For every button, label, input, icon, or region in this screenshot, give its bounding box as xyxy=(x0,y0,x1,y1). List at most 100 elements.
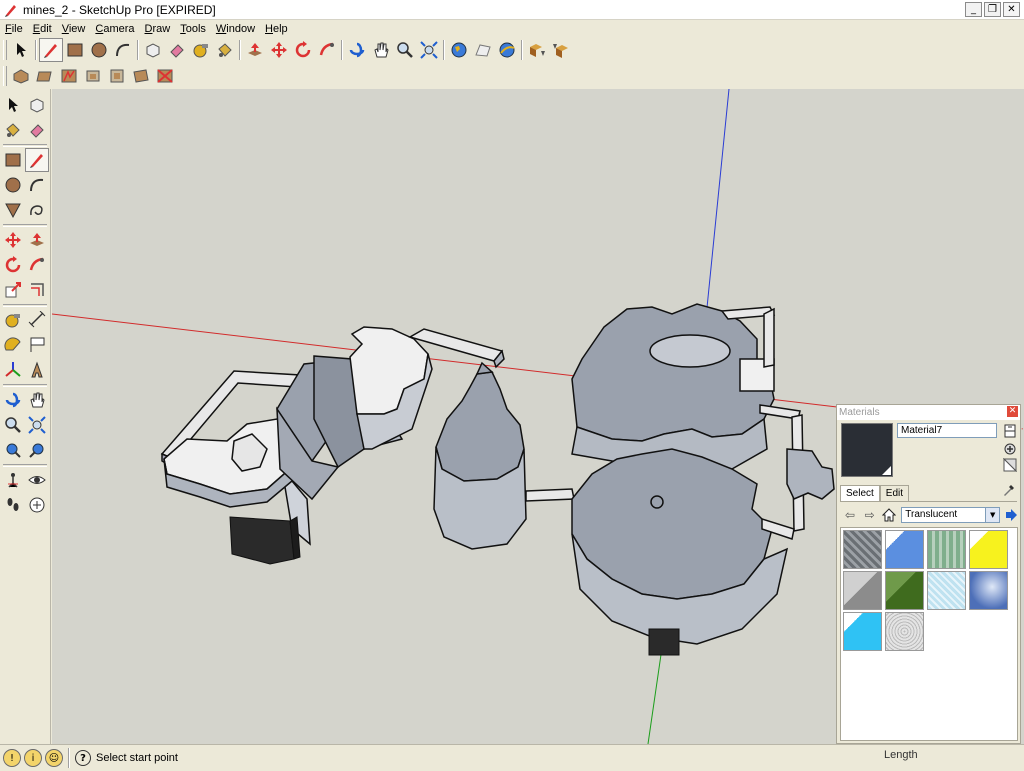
material-swatch[interactable] xyxy=(885,571,924,610)
menu-draw[interactable]: Draw xyxy=(140,23,176,35)
rectangle-tool-button[interactable] xyxy=(63,38,87,62)
material-swatch[interactable] xyxy=(969,571,1008,610)
materials-header[interactable]: Materials ✕ xyxy=(837,405,1020,420)
sign-in-icon[interactable]: ☺ xyxy=(45,749,63,767)
orbit-tool-button[interactable] xyxy=(1,388,25,412)
material-swatch[interactable] xyxy=(885,530,924,569)
make-component-button[interactable] xyxy=(25,93,49,117)
push-pull-button[interactable] xyxy=(25,228,49,252)
position-camera-button[interactable] xyxy=(1,468,25,492)
select-tool-button[interactable] xyxy=(9,38,33,62)
push-pull-button[interactable] xyxy=(243,38,267,62)
rectangle-tool-button[interactable] xyxy=(1,148,25,172)
look-around-button[interactable] xyxy=(25,468,49,492)
materials-close-button[interactable]: ✕ xyxy=(1007,406,1018,417)
paint-bucket-button[interactable] xyxy=(213,38,237,62)
back-view-button[interactable] xyxy=(105,64,129,88)
menu-view[interactable]: View xyxy=(57,23,91,35)
create-material-button[interactable] xyxy=(1003,441,1017,455)
collection-dropdown[interactable]: Translucent ▼ xyxy=(901,507,1001,523)
paint-bucket-button[interactable] xyxy=(1,118,25,142)
iso-view-button[interactable] xyxy=(9,64,33,88)
back-button[interactable]: ⇦ xyxy=(840,506,860,524)
front-view-button[interactable] xyxy=(57,64,81,88)
menu-window[interactable]: Window xyxy=(211,23,260,35)
arc-tool-button[interactable] xyxy=(111,38,135,62)
follow-me-button[interactable] xyxy=(25,253,49,277)
menu-help[interactable]: Help xyxy=(260,23,293,35)
share-model-button[interactable] xyxy=(525,38,549,62)
axes-tool-button[interactable] xyxy=(1,358,25,382)
tape-measure-button[interactable] xyxy=(1,308,25,332)
material-swatch[interactable] xyxy=(843,612,882,651)
top-view-button[interactable] xyxy=(33,64,57,88)
arc-tool-button[interactable] xyxy=(25,173,49,197)
restore-button[interactable]: ❐ xyxy=(984,2,1001,17)
menu-camera[interactable]: Camera xyxy=(90,23,139,35)
credits-icon[interactable]: i xyxy=(24,749,42,767)
material-name-field[interactable]: Material7 xyxy=(897,423,997,438)
details-button[interactable] xyxy=(1004,508,1018,522)
eraser-tool-button[interactable] xyxy=(165,38,189,62)
follow-me-button[interactable] xyxy=(315,38,339,62)
line-tool-button[interactable] xyxy=(25,148,49,172)
material-swatch[interactable] xyxy=(843,530,882,569)
pan-tool-button[interactable] xyxy=(25,388,49,412)
current-material-swatch[interactable] xyxy=(841,423,893,477)
forward-button[interactable]: ⇨ xyxy=(860,506,880,524)
menu-edit[interactable]: Edit xyxy=(28,23,57,35)
scale-tool-button[interactable] xyxy=(1,278,25,302)
pan-tool-button[interactable] xyxy=(369,38,393,62)
orbit-tool-button[interactable] xyxy=(345,38,369,62)
3d-text-tool-button[interactable] xyxy=(25,358,49,382)
rotate-tool-button[interactable] xyxy=(1,253,25,277)
zoom-extents-button[interactable] xyxy=(25,413,49,437)
in-model-button[interactable] xyxy=(880,506,900,524)
text-tool-button[interactable] xyxy=(25,333,49,357)
display-secondary-pane-button[interactable] xyxy=(1003,424,1017,438)
get-models-button[interactable] xyxy=(549,38,573,62)
tape-measure-button[interactable] xyxy=(189,38,213,62)
polygon-tool-button[interactable] xyxy=(1,198,25,222)
offset-tool-button[interactable] xyxy=(25,278,49,302)
material-swatch[interactable] xyxy=(969,530,1008,569)
zoom-extents-button[interactable] xyxy=(417,38,441,62)
previous-view-button[interactable] xyxy=(1,438,25,462)
sample-paint-button[interactable] xyxy=(1002,483,1016,497)
section-plane-button[interactable] xyxy=(25,493,49,517)
walk-tool-button[interactable] xyxy=(1,493,25,517)
menu-tools[interactable]: Tools xyxy=(175,23,211,35)
tab-edit[interactable]: Edit xyxy=(879,485,910,501)
rotate-tool-button[interactable] xyxy=(291,38,315,62)
get-photo-texture-button[interactable] xyxy=(447,38,471,62)
move-tool-button[interactable] xyxy=(1,228,25,252)
material-swatch[interactable] xyxy=(927,530,966,569)
geo-location-icon[interactable]: ! xyxy=(3,749,21,767)
protractor-tool-button[interactable] xyxy=(1,333,25,357)
menu-file[interactable]: File xyxy=(0,23,28,35)
circle-tool-button[interactable] xyxy=(1,173,25,197)
material-swatch[interactable] xyxy=(927,571,966,610)
tab-select[interactable]: Select xyxy=(840,485,880,501)
freehand-tool-button[interactable] xyxy=(25,198,49,222)
help-icon[interactable]: ? xyxy=(75,750,91,766)
minimize-button[interactable]: _ xyxy=(965,2,982,17)
dimension-tool-button[interactable] xyxy=(25,308,49,332)
close-button[interactable]: ✕ xyxy=(1003,2,1020,17)
zoom-tool-button[interactable] xyxy=(393,38,417,62)
toggle-terrain-button[interactable] xyxy=(471,38,495,62)
make-component-button[interactable] xyxy=(141,38,165,62)
next-view-button[interactable] xyxy=(25,438,49,462)
left-view-button[interactable] xyxy=(129,64,153,88)
move-tool-button[interactable] xyxy=(267,38,291,62)
add-location-button[interactable] xyxy=(495,38,519,62)
circle-tool-button[interactable] xyxy=(87,38,111,62)
default-material-button[interactable] xyxy=(1003,458,1017,472)
select-tool-button[interactable] xyxy=(1,93,25,117)
material-swatch[interactable] xyxy=(843,571,882,610)
bottom-view-button[interactable] xyxy=(153,64,177,88)
right-view-button[interactable] xyxy=(81,64,105,88)
line-tool-button[interactable] xyxy=(39,38,63,62)
zoom-tool-button[interactable] xyxy=(1,413,25,437)
material-swatch[interactable] xyxy=(885,612,924,651)
